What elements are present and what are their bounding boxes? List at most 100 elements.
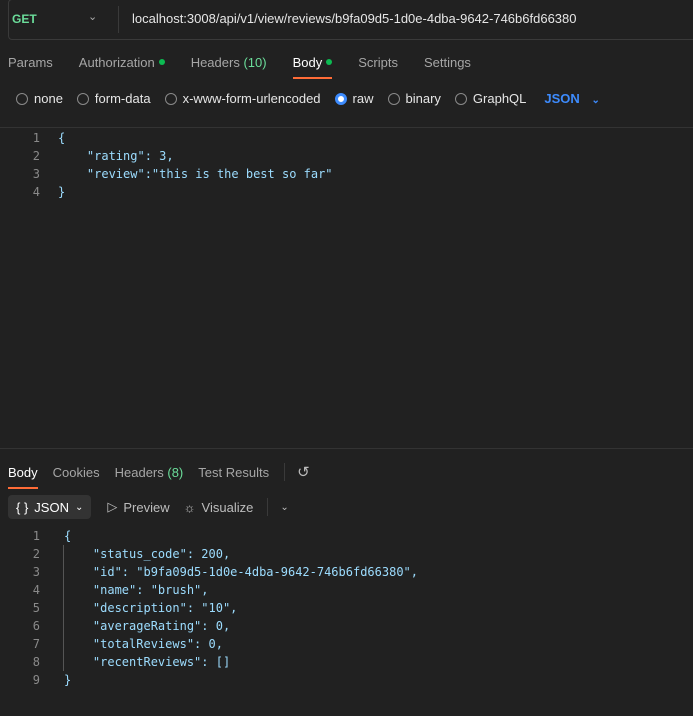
code-text: "status_code": 200, (64, 547, 231, 561)
tab-params[interactable]: Params (8, 55, 53, 70)
url-input[interactable]: localhost:3008/api/v1/view/reviews/b9fa0… (132, 11, 577, 26)
code-text: } (58, 185, 66, 199)
request-tabs: Params Authorization Headers (10) Body Scrip… (8, 55, 497, 79)
indent-guide (63, 545, 64, 671)
code-text: "rating": 3, (58, 149, 174, 163)
code-text: { (58, 131, 66, 145)
code-line: 3 "review":"this is the best so far" (0, 165, 693, 183)
tab-label: Scripts (358, 55, 398, 70)
code-text: "description": "10", (64, 601, 238, 615)
chevron-down-icon[interactable]: ⌄ (280, 502, 288, 513)
radio-x-www-form-urlencoded[interactable]: x-www-form-urlencoded (164, 91, 321, 106)
radio-label: x-www-form-urlencoded (182, 91, 321, 106)
code-line: 3 "id": "b9fa09d5-1d0e-4dba-9642-746b6fd… (0, 563, 693, 581)
line-number: 1 (32, 131, 40, 145)
line-number: 1 (32, 529, 40, 543)
radio-label: none (34, 91, 63, 106)
visualize-button[interactable]: ☼ Visualize (184, 500, 254, 515)
code-text: "recentReviews": [] (64, 655, 231, 669)
play-icon: ▷ (107, 499, 118, 514)
status-dot (326, 59, 333, 65)
code-text: "id": "b9fa09d5-1d0e-4dba-9642-746b6fd66… (64, 565, 419, 579)
line-number: 8 (32, 655, 40, 669)
line-number: 2 (32, 547, 40, 561)
radio-graphql[interactable]: GraphQL (454, 91, 527, 106)
tab-headers[interactable]: Headers (8) (115, 465, 184, 480)
response-toolbar: { } JSON ⌄ ▷ Preview ☼ Visualize ⌄ (8, 495, 303, 519)
code-line: 9} (0, 671, 693, 689)
radio-label: form-data (94, 91, 151, 106)
radio-binary[interactable]: binary (387, 91, 441, 106)
code-text: "name": "brush", (64, 583, 209, 597)
tab-label: Cookies (52, 464, 100, 480)
radio-icon (164, 92, 177, 105)
tab-headers[interactable]: Headers (10) (191, 55, 267, 70)
line-number: 7 (32, 637, 40, 651)
visualize-icon: ☼ (183, 499, 196, 515)
code-line: 6 "averageRating": 0, (0, 617, 693, 635)
line-number: 9 (32, 673, 40, 687)
tab-count: (8) (167, 464, 184, 480)
tab-label: Authorization (78, 55, 155, 70)
chevron-down-icon: ⌄ (74, 501, 84, 513)
preview-label: Preview (123, 499, 170, 515)
body-type-options: none form-data x-www-form-urlencoded raw bin… (16, 91, 600, 106)
tab-label: Body (8, 464, 38, 480)
radio-label: raw (352, 91, 374, 106)
line-number: 2 (32, 149, 40, 163)
radio-label: binary (405, 91, 441, 106)
line-number: 3 (32, 565, 40, 579)
method-select[interactable]: GET (12, 12, 37, 26)
tab-cookies[interactable]: Cookies (53, 465, 100, 480)
tab-authorization[interactable]: Authorization (79, 55, 165, 70)
code-line: 4} (0, 183, 693, 201)
divider (118, 6, 119, 33)
radio-icon (334, 92, 347, 105)
visualize-label: Visualize (201, 499, 254, 515)
format-label: JSON (544, 91, 580, 106)
history-icon[interactable]: ↺ (297, 463, 310, 481)
preview-button[interactable]: ▷ Preview (107, 499, 169, 515)
divider (267, 498, 269, 516)
code-line: 7 "totalReviews": 0, (0, 635, 693, 653)
status-dot (158, 59, 165, 65)
radio-raw[interactable]: raw (334, 91, 374, 106)
code-line: 1{ (0, 527, 693, 545)
radio-form-data[interactable]: form-data (76, 91, 151, 106)
chevron-down-icon[interactable]: ⌄ (88, 10, 97, 23)
braces-icon: { } (16, 499, 29, 515)
radio-none[interactable]: none (16, 91, 63, 106)
code-line: 8 "recentReviews": [] (0, 653, 693, 671)
code-line: 5 "description": "10", (0, 599, 693, 617)
code-text: "review":"this is the best so far" (58, 167, 333, 181)
tab-test-results[interactable]: Test Results (198, 465, 269, 480)
code-line: 4 "name": "brush", (0, 581, 693, 599)
response-tabs: Body Cookies Headers (8) Test Results ↺ (8, 463, 310, 489)
code-text: "totalReviews": 0, (64, 637, 223, 651)
tab-settings[interactable]: Settings (424, 55, 471, 70)
line-number: 3 (32, 167, 40, 181)
line-number: 4 (32, 185, 40, 199)
radio-icon (387, 92, 400, 105)
tab-count: (10) (243, 55, 267, 70)
divider (284, 463, 286, 481)
request-body-editor[interactable]: 1{2 "rating": 3, 3 "review":"this is the … (0, 127, 693, 449)
line-number: 5 (32, 601, 40, 615)
tab-label: Settings (423, 55, 471, 70)
code-line: 1{ (0, 129, 693, 147)
tab-label: Body (292, 55, 323, 70)
tab-label: Params (8, 55, 53, 70)
radio-label: GraphQL (472, 91, 527, 106)
code-line: 2 "status_code": 200, (0, 545, 693, 563)
response-body: 1{2 "status_code": 200, 3 "id": "b9fa09d5… (0, 527, 693, 689)
radio-icon (16, 92, 28, 105)
code-text: "averageRating": 0, (64, 619, 231, 633)
tab-scripts[interactable]: Scripts (358, 55, 398, 70)
tab-body[interactable]: Body (292, 55, 333, 79)
format-select[interactable]: JSON ⌄ (544, 91, 599, 106)
tab-body[interactable]: Body (8, 464, 38, 489)
tab-label: Headers (190, 55, 240, 70)
radio-icon (454, 92, 467, 105)
tab-label: Test Results (198, 464, 270, 480)
format-select[interactable]: { } JSON ⌄ (8, 495, 92, 519)
